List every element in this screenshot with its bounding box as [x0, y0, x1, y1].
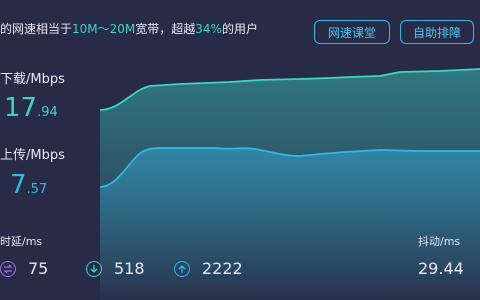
latency-label: 时延/ms [0, 235, 43, 248]
latency-upload: 2222 [174, 259, 243, 278]
download-label: 下载/Mbps [0, 72, 65, 87]
speed-graph [99, 68, 480, 300]
upload-speed: 7.57 [10, 170, 47, 200]
download-speed-decimal: .94 [37, 105, 58, 120]
latency-idle-value: 75 [28, 259, 49, 278]
swap-icon [0, 260, 16, 277]
upload-speed-decimal: .57 [26, 182, 48, 197]
download-speed-integer: 17 [4, 93, 38, 123]
latency-upload-value: 2222 [202, 259, 243, 278]
arrow-down-circle-icon [86, 260, 102, 277]
jitter-value: 29.44 [418, 259, 464, 278]
jitter-label: 抖动/ms [418, 235, 461, 248]
download-speed: 17.94 [4, 93, 58, 123]
upload-speed-integer: 7 [10, 170, 27, 200]
latency-idle: 75 [0, 259, 48, 278]
upload-label: 上传/Mbps [0, 148, 65, 163]
arrow-up-circle-icon [174, 260, 190, 277]
latency-download-value: 518 [114, 259, 145, 278]
latency-download: 518 [86, 259, 145, 278]
